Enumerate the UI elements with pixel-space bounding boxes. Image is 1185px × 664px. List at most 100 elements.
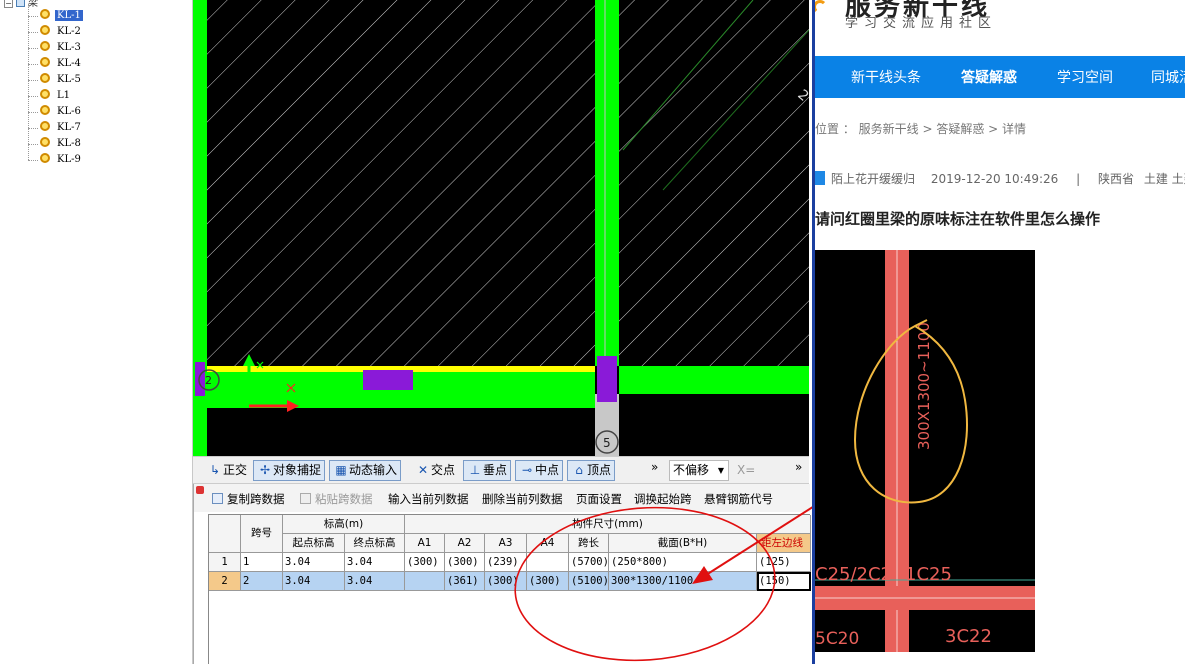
copy-span-button[interactable]: 复制跨数据 bbox=[212, 491, 285, 507]
site-slogan: 学习交流应用社区 bbox=[845, 16, 998, 31]
tree-item-kl-2[interactable]: KL-2 bbox=[40, 24, 83, 40]
cell-start[interactable]: 3.04 bbox=[283, 572, 345, 591]
tree-item-label: L1 bbox=[57, 90, 71, 101]
user-icon bbox=[815, 171, 825, 185]
input-column-button[interactable]: 输入当前列数据 bbox=[388, 491, 469, 507]
cell-left[interactable]: (125) bbox=[757, 553, 811, 572]
cell-section[interactable]: 300*1300/1100 bbox=[609, 572, 757, 591]
collapse-icon[interactable]: − bbox=[4, 0, 13, 8]
tree-item-kl-7[interactable]: KL-7 bbox=[40, 120, 83, 136]
tree-item-kl-6[interactable]: KL-6 bbox=[40, 104, 83, 120]
cell-a1[interactable]: (300) bbox=[405, 553, 445, 572]
header-span-length: 跨长 bbox=[569, 534, 609, 553]
header-left-distance: 距左边线 bbox=[757, 534, 811, 553]
midpoint-label: 中点 bbox=[535, 463, 560, 477]
cell-span[interactable]: 1 bbox=[241, 553, 283, 572]
breadcrumb: 位置 ： 服务新干线 > 答疑解惑 > 详情 bbox=[815, 122, 1026, 136]
cell-a4[interactable]: (300) bbox=[527, 572, 569, 591]
question-image[interactable]: 300X1300~1100 C25/2C2 1C25 5C20 3C22 bbox=[815, 250, 1035, 652]
beam-component-icon bbox=[40, 121, 50, 131]
tree-item-kl-9[interactable]: KL-9 bbox=[40, 152, 83, 168]
tree-branch-line bbox=[28, 80, 38, 81]
tree-branch-line bbox=[28, 128, 38, 129]
row-number[interactable]: 2 bbox=[209, 572, 241, 591]
beam-component-icon bbox=[40, 137, 50, 147]
cell-a4[interactable] bbox=[527, 553, 569, 572]
cell-span[interactable]: 2 bbox=[241, 572, 283, 591]
cell-a3[interactable]: (239) bbox=[485, 553, 527, 572]
cell-start[interactable]: 3.04 bbox=[283, 553, 345, 572]
tree-branch-line bbox=[28, 64, 38, 65]
tree-item-kl-8[interactable]: KL-8 bbox=[40, 136, 83, 152]
intersection-snap[interactable]: ✕ 交点 bbox=[411, 460, 459, 481]
post-region: 陕西省 bbox=[1098, 172, 1135, 186]
cantilever-rebar-button[interactable]: 悬臂钢筋代号 bbox=[704, 491, 773, 507]
vertex-snap[interactable]: ⌂ 顶点 bbox=[567, 460, 616, 481]
cell-section[interactable]: (250*800) bbox=[609, 553, 757, 572]
span-data-grid[interactable]: 跨号 标高(m) 起点标高 终点标高 构件尺寸(mm) A1 A2 A3 A4 … bbox=[208, 514, 811, 664]
offset-dropdown[interactable]: 不偏移 ▼ bbox=[669, 460, 729, 481]
nav-item-qa[interactable]: 答疑解惑 bbox=[961, 67, 1017, 87]
post-category[interactable]: 土建 土建算量 bbox=[1144, 172, 1185, 186]
cell-a1[interactable] bbox=[405, 572, 445, 591]
paste-span-button[interactable]: 粘贴跨数据 bbox=[300, 491, 373, 507]
perpendicular-snap[interactable]: ⊥ 垂点 bbox=[463, 460, 512, 481]
object-snap-toggle[interactable]: ✢ 对象捕捉 bbox=[253, 460, 326, 481]
nav-item-local-events[interactable]: 同城活动 bbox=[1151, 67, 1185, 87]
nav-item-headlines[interactable]: 新干线头条 bbox=[851, 67, 921, 87]
intersection-icon: ✕ bbox=[417, 463, 429, 477]
tree-root-node[interactable]: − 梁 bbox=[4, 0, 38, 9]
cell-end[interactable]: 3.04 bbox=[345, 572, 405, 591]
vertex-icon: ⌂ bbox=[575, 463, 583, 477]
qimg-beam-label: 300X1300~1100 bbox=[915, 322, 933, 450]
tree-item-kl-4[interactable]: KL-4 bbox=[40, 56, 83, 72]
beam-component-icon bbox=[40, 89, 50, 99]
post-datetime: 2019-12-20 10:49:26 bbox=[930, 172, 1059, 186]
cell-a3[interactable]: (300) bbox=[485, 572, 527, 591]
midpoint-snap[interactable]: ⊸ 中点 bbox=[515, 460, 564, 481]
ortho-icon: ↳ bbox=[209, 463, 221, 477]
author-name[interactable]: 陌上花开缓缓归 bbox=[831, 172, 915, 186]
qimg-rebar-label-1: C25/2C2 bbox=[815, 564, 892, 585]
close-icon[interactable] bbox=[196, 486, 204, 494]
tree-item-kl-5[interactable]: KL-5 bbox=[40, 72, 83, 88]
page-setup-button[interactable]: 页面设置 bbox=[576, 491, 622, 507]
ortho-label: 正交 bbox=[223, 463, 248, 477]
question-image-svg: 300X1300~1100 C25/2C2 1C25 5C20 3C22 bbox=[815, 250, 1035, 652]
tree-item-label: KL-8 bbox=[57, 138, 81, 149]
tree-branch-line bbox=[28, 32, 38, 33]
tree-root-label: 梁 bbox=[28, 0, 38, 9]
tree-guide-line bbox=[28, 4, 29, 160]
span-table-pane: 复制跨数据 粘贴跨数据 输入当前列数据 删除当前列数据 页面设置 调换起始跨 悬… bbox=[193, 484, 811, 664]
beam-component-icon bbox=[40, 25, 50, 35]
more-options-button[interactable]: » bbox=[647, 457, 662, 478]
cell-end[interactable]: 3.04 bbox=[345, 553, 405, 572]
support-marker-right[interactable] bbox=[597, 356, 617, 402]
beam-bottom-right[interactable] bbox=[619, 366, 809, 394]
header-elevation: 标高(m) bbox=[283, 515, 405, 534]
cell-a2[interactable]: (300) bbox=[445, 553, 485, 572]
nav-item-learning[interactable]: 学习空间 bbox=[1057, 67, 1113, 87]
tree-item-l1[interactable]: L1 bbox=[40, 88, 72, 104]
tree-item-kl-3[interactable]: KL-3 bbox=[40, 40, 83, 56]
support-marker-left[interactable] bbox=[195, 362, 205, 396]
cell-len[interactable]: (5100) bbox=[569, 572, 609, 591]
cad-svg[interactable]: 2 5 2 bbox=[193, 0, 809, 456]
dynamic-input-toggle[interactable]: ▦ 动态输入 bbox=[329, 460, 402, 481]
row-number[interactable]: 1 bbox=[209, 553, 241, 572]
swap-start-span-button[interactable]: 调换起始跨 bbox=[634, 491, 692, 507]
cad-drawing-canvas[interactable]: 2 5 2 bbox=[193, 0, 809, 456]
beam-middle-vertical[interactable] bbox=[595, 0, 619, 366]
support-marker-mid[interactable] bbox=[363, 370, 413, 390]
cell-left[interactable]: (150) bbox=[757, 572, 811, 591]
more-options-button-2[interactable]: » bbox=[791, 457, 806, 478]
tree-item-kl-1[interactable]: KL-1 bbox=[40, 8, 83, 24]
delete-column-button[interactable]: 删除当前列数据 bbox=[482, 491, 563, 507]
cell-len[interactable]: (5700) bbox=[569, 553, 609, 572]
ortho-toggle[interactable]: ↳ 正交 bbox=[203, 460, 251, 481]
tree-branch-line bbox=[28, 112, 38, 113]
tree-item-label: KL-3 bbox=[57, 42, 81, 53]
copy-icon bbox=[212, 493, 223, 504]
cell-a2[interactable]: (361) bbox=[445, 572, 485, 591]
header-end-elev: 终点标高 bbox=[345, 534, 405, 553]
